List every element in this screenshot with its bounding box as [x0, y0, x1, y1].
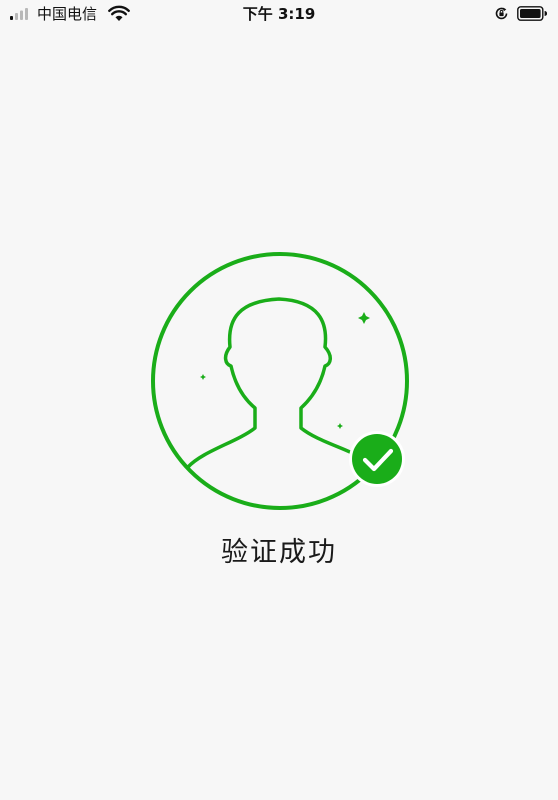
status-time: 下午 3:19 [242, 5, 316, 23]
verification-avatar [151, 252, 409, 510]
rotation-lock-icon [495, 7, 508, 20]
status-bar: 中国电信 下午 3:19 [0, 0, 558, 30]
sparkle-icon [337, 423, 343, 429]
battery-icon [517, 6, 547, 21]
verification-success-message: 验证成功 [221, 537, 337, 568]
success-badge-fill [352, 434, 402, 484]
sparkle-icon [200, 374, 206, 380]
sparkle-icon [358, 312, 370, 324]
person-silhouette-icon [186, 297, 364, 469]
